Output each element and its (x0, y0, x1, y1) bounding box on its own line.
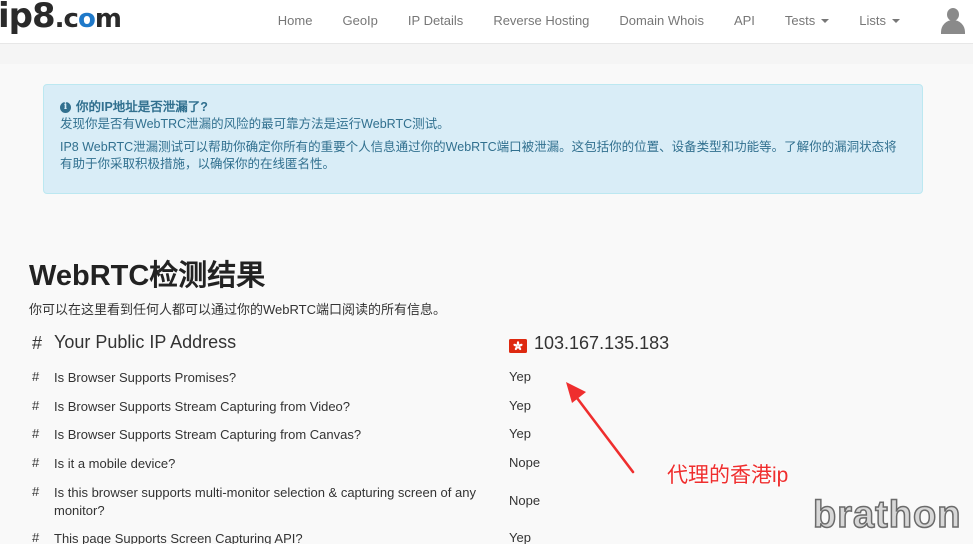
row-hash: # (32, 369, 40, 384)
nav-tests-dropdown[interactable]: Tests (770, 13, 844, 28)
result-value: Yep (509, 398, 531, 413)
result-value: Nope (509, 493, 541, 508)
alert-line-2: IP8 WebRTC泄漏测试可以帮助你确定你所有的重要个人信息通过你的WebRT… (60, 140, 897, 171)
site-logo[interactable]: ip8.com (0, 0, 122, 36)
result-value: Yep (509, 369, 531, 384)
result-label: Is Browser Supports Promises? (54, 370, 237, 385)
alert-line-1: 发现你是否有WebTRC泄漏的风险的最可靠方法是运行WebRTC测试。 (60, 117, 450, 131)
alert-title: i 你的IP地址是否泄漏了? (60, 99, 907, 116)
row-hash: # (32, 398, 40, 413)
nav-domain-whois[interactable]: Domain Whois (604, 13, 719, 28)
row-hash: # (32, 484, 40, 499)
nav-reverse-hosting[interactable]: Reverse Hosting (478, 13, 604, 28)
page-title: WebRTC检测结果 (29, 260, 266, 292)
nav-lists-label: Lists (859, 12, 886, 28)
logo-ip: ip8 (0, 0, 56, 36)
navbar: ip8.com Home GeoIp IP Details Reverse Ho… (0, 0, 973, 44)
nav-api[interactable]: API (719, 13, 770, 28)
public-ip-label: Your Public IP Address (54, 332, 237, 352)
result-label: This page Supports Screen Capturing API? (54, 531, 303, 544)
annotation-label: 代理的香港ip (667, 464, 789, 487)
public-ip-address: 103.167.135.183 (534, 333, 670, 353)
result-label: Is it a mobile device? (54, 456, 176, 471)
page-subtitle: 你可以在这里看到任何人都可以通过你的WebRTC端口阅读的所有信息。 (29, 302, 446, 317)
logo-m: m (94, 4, 122, 34)
row-hash: # (32, 455, 40, 470)
public-ip-value: 103.167.135.183 (509, 333, 669, 354)
nav-tests-label: Tests (784, 12, 816, 28)
result-label: Is Browser Supports Stream Capturing fro… (54, 399, 351, 414)
header-band (0, 44, 973, 64)
caret-down-icon (821, 19, 830, 24)
logo-dot: .c (54, 4, 79, 34)
nav-geoip[interactable]: GeoIp (327, 13, 392, 28)
caret-down-icon (892, 19, 900, 24)
result-label: Is Browser Supports Stream Capturing fro… (54, 427, 362, 442)
user-avatar-icon[interactable] (939, 6, 967, 34)
hong-kong-flag-icon (509, 337, 527, 353)
result-value: Yep (509, 530, 531, 544)
logo-o: o (77, 4, 96, 34)
row-hash: # (32, 530, 40, 544)
result-value: Nope (509, 455, 541, 470)
alert-title-text: 你的IP地址是否泄漏了? (76, 100, 208, 114)
nav-links: Home GeoIp IP Details Reverse Hosting Do… (263, 0, 915, 40)
nav-lists-dropdown[interactable]: Lists (844, 13, 915, 28)
row-hash: # (32, 426, 40, 441)
result-value: Yep (509, 426, 531, 441)
row-hash: # (32, 333, 43, 353)
watermark: brathon (812, 493, 962, 537)
red-arrow (566, 382, 635, 474)
info-icon: i (60, 102, 71, 113)
result-label: Is this browser supports multi-monitor s… (54, 485, 476, 518)
info-alert: i 你的IP地址是否泄漏了? 发现你是否有WebTRC泄漏的风险的最可靠方法是运… (43, 84, 923, 194)
nav-home[interactable]: Home (263, 13, 328, 28)
nav-ip-details[interactable]: IP Details (393, 13, 478, 28)
